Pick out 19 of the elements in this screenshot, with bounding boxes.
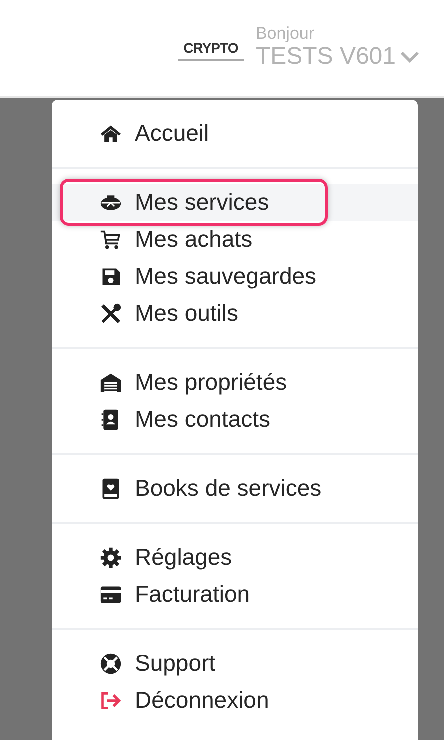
garage-icon [100,372,122,394]
menu-item[interactable]: Mes propriétés [52,364,418,401]
menu-item[interactable]: Mes outils [52,295,418,332]
cart-icon [100,228,122,250]
menu-item[interactable]: Books de services [52,470,418,507]
menu-item[interactable]: Accueil [52,115,418,152]
lifebuoy-icon [100,652,122,674]
logout-icon [100,690,122,712]
menu-item[interactable]: Support [52,645,418,682]
menu-item[interactable]: Mes contacts [52,401,418,438]
logo[interactable]: CRYPTO [178,40,244,62]
book-icon [100,478,122,500]
menu-item[interactable]: Facturation [52,576,418,613]
menu-item[interactable]: Mes achats [52,221,418,258]
gear-icon [100,546,122,568]
menu-item[interactable]: Déconnexion [52,682,418,719]
chevron-down-icon [400,50,420,64]
menu-item[interactable]: Mes sauvegardes [52,258,418,295]
menu-item[interactable]: Réglages [52,539,418,576]
